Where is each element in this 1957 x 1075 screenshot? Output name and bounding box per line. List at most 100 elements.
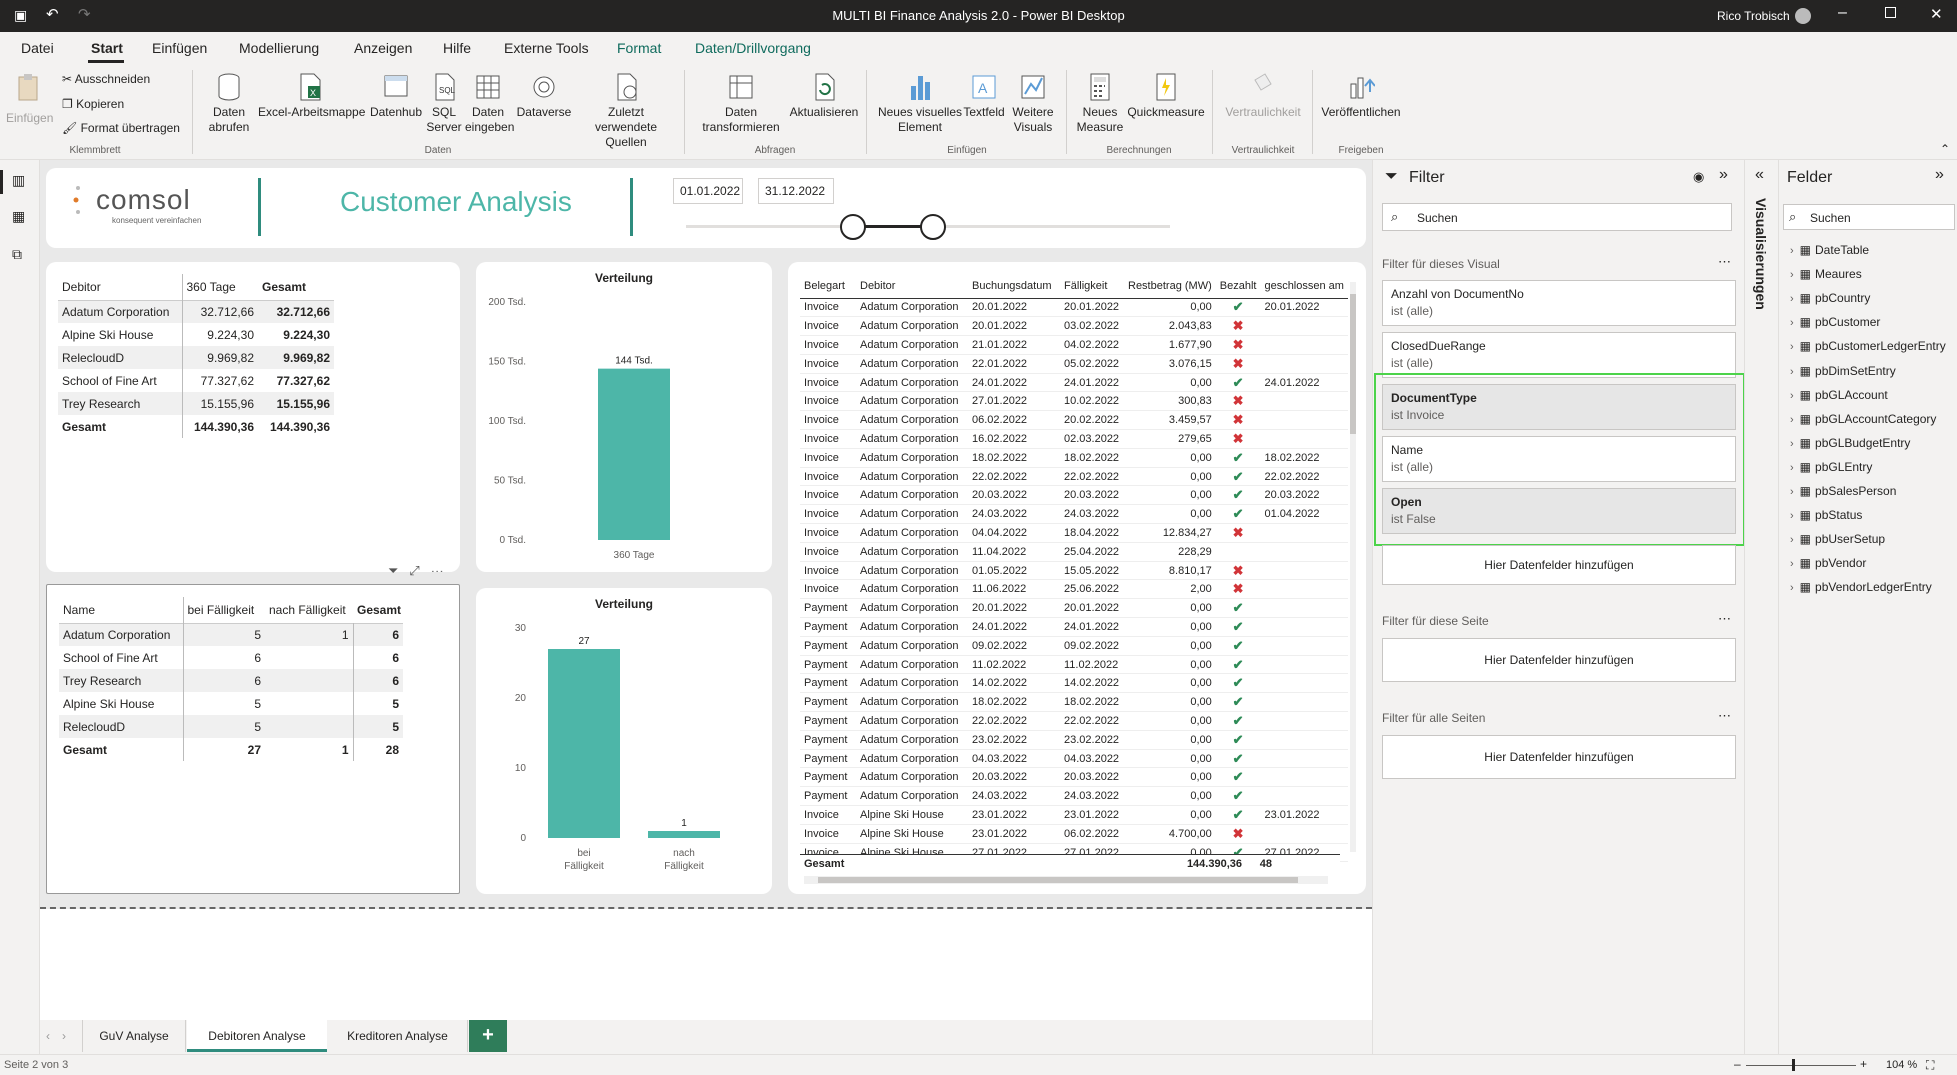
table-row[interactable]: Invoice Alpine Ski House 23.01.2022 06.02.2… bbox=[800, 824, 1348, 844]
table-row[interactable]: Invoice Adatum Corporation 04.04.2022 18.04… bbox=[800, 524, 1348, 543]
col-header[interactable]: Gesamt bbox=[353, 597, 403, 623]
field-table-item[interactable]: › ▦ pbDimSetEntry bbox=[1790, 364, 1896, 378]
field-table-item[interactable]: › ▦ pbCustomerLedgerEntry bbox=[1790, 339, 1946, 353]
publish-button[interactable]: Veröffentlichen bbox=[1318, 72, 1404, 120]
table-row[interactable]: Gesamt 27 1 28 bbox=[59, 738, 403, 761]
menu-anzeigen[interactable]: Anzeigen bbox=[354, 40, 412, 56]
add-page-button[interactable]: + bbox=[469, 1020, 507, 1052]
excel-button[interactable]: X Excel-Arbeitsmappe bbox=[258, 72, 365, 120]
col-header[interactable]: nach Fälligkeit bbox=[265, 597, 353, 623]
table-row[interactable]: School of Fine Art 77.327,62 77.327,62 bbox=[58, 369, 334, 392]
table-row[interactable]: Invoice Adatum Corporation 22.01.2022 05.02… bbox=[800, 354, 1348, 374]
col-header[interactable]: Name bbox=[59, 597, 184, 623]
col-header[interactable]: geschlossen am bbox=[1260, 274, 1348, 298]
table-row[interactable]: Invoice Adatum Corporation 06.02.2022 20.02… bbox=[800, 411, 1348, 430]
field-table-item[interactable]: › ▦ pbSalesPerson bbox=[1790, 484, 1896, 498]
table-row[interactable]: Invoice Adatum Corporation 01.05.2022 15.05… bbox=[800, 561, 1348, 580]
filter-search-input[interactable]: ⌕ Suchen bbox=[1382, 203, 1732, 231]
col-header[interactable]: Fälligkeit bbox=[1060, 274, 1124, 298]
textbox-button[interactable]: A Textfeld bbox=[962, 72, 1006, 120]
date-from-input[interactable]: 01.01.2022 bbox=[673, 178, 743, 204]
zoom-out-icon[interactable]: – bbox=[1734, 1057, 1741, 1071]
filter-card[interactable]: Name ist (alle) bbox=[1382, 436, 1736, 482]
model-view-icon[interactable]: ⧉ bbox=[12, 246, 22, 263]
field-table-item[interactable]: › ▦ pbGLAccountCategory bbox=[1790, 412, 1936, 426]
menu-drill[interactable]: Daten/Drillvorgang bbox=[695, 40, 811, 56]
more-options-icon[interactable]: ⋯ bbox=[1718, 611, 1731, 627]
add-fields-visual[interactable]: Hier Datenfelder hinzufügen bbox=[1382, 545, 1736, 585]
table-row[interactable]: Payment Adatum Corporation 09.02.2022 09.02… bbox=[800, 636, 1348, 656]
more-options-icon[interactable]: ⋯ bbox=[1718, 708, 1731, 724]
sensitivity-button[interactable]: Vertraulichkeit bbox=[1218, 72, 1308, 120]
more-options-icon[interactable]: ⋯ bbox=[431, 563, 444, 578]
table-row[interactable]: Payment Adatum Corporation 20.01.2022 20.01… bbox=[800, 599, 1348, 618]
new-measure-button[interactable]: Neues Measure bbox=[1072, 72, 1128, 135]
avatar[interactable] bbox=[1795, 8, 1811, 24]
more-visuals-button[interactable]: Weitere Visuals bbox=[1006, 72, 1060, 135]
bar[interactable] bbox=[548, 649, 620, 838]
zoom-slider[interactable] bbox=[1746, 1065, 1856, 1066]
slider-handle-start[interactable] bbox=[840, 214, 866, 240]
col-header[interactable]: Buchungsdatum bbox=[968, 274, 1060, 298]
zoom-slider-handle[interactable] bbox=[1792, 1059, 1795, 1071]
ledger-table-card[interactable]: Belegart Debitor Buchungsdatum Fälligkeit Re… bbox=[788, 262, 1366, 894]
col-header[interactable]: Debitor bbox=[58, 274, 183, 300]
tab-debitoren[interactable]: Debitoren Analyse bbox=[187, 1020, 327, 1052]
table-row[interactable]: Trey Research 15.155,96 15.155,96 bbox=[58, 392, 334, 415]
field-table-item[interactable]: › ▦ pbUserSetup bbox=[1790, 532, 1885, 546]
eye-icon[interactable]: ◉ bbox=[1693, 169, 1704, 185]
field-table-item[interactable]: › ▦ pbVendorLedgerEntry bbox=[1790, 580, 1932, 594]
field-table-item[interactable]: › ▦ pbGLEntry bbox=[1790, 460, 1872, 474]
col-header[interactable]: Bezahlt bbox=[1216, 274, 1261, 298]
quick-measure-button[interactable]: Quickmeasure bbox=[1126, 72, 1206, 120]
recent-sources-button[interactable]: Zuletzt verwendete Quellen bbox=[574, 72, 678, 150]
dataverse-button[interactable]: Dataverse bbox=[516, 72, 572, 120]
date-to-input[interactable]: 31.12.2022 bbox=[758, 178, 834, 204]
field-table-item[interactable]: › ▦ pbCountry bbox=[1790, 291, 1870, 305]
table-row[interactable]: Payment Adatum Corporation 11.02.2022 11.02… bbox=[800, 655, 1348, 674]
expand-visualizations-icon[interactable]: « bbox=[1755, 166, 1764, 184]
matrix-faelligkeit[interactable]: Name bei Fälligkeit nach Fälligkeit Gesa… bbox=[46, 584, 460, 894]
table-row[interactable]: Invoice Adatum Corporation 11.04.2022 25.04… bbox=[800, 542, 1348, 562]
table-row[interactable]: Adatum Corporation 32.712,66 32.712,66 bbox=[58, 300, 334, 323]
format-painter-button[interactable]: 🖌 Format übertragen bbox=[62, 121, 180, 135]
table-row[interactable]: Adatum Corporation 5 1 6 bbox=[59, 623, 403, 646]
table-row[interactable]: Invoice Alpine Ski House 23.01.2022 23.01.2… bbox=[800, 806, 1348, 825]
paste-button[interactable]: Einfügen bbox=[6, 72, 53, 125]
field-table-item[interactable]: › ▦ pbCustomer bbox=[1790, 315, 1880, 329]
bar[interactable] bbox=[648, 831, 720, 838]
table-row[interactable]: Invoice Adatum Corporation 11.06.2022 25.06… bbox=[800, 580, 1348, 599]
vertical-scrollbar[interactable] bbox=[1350, 282, 1356, 852]
chart-verteilung-360[interactable]: Verteilung 0 Tsd. 50 Tsd. 100 Tsd. 150 Tsd. 2… bbox=[476, 262, 772, 572]
filter-card[interactable]: ClosedDueRange ist (alle) bbox=[1382, 332, 1736, 378]
field-table-item[interactable]: › ▦ Meaures bbox=[1790, 267, 1862, 281]
table-row[interactable]: RelecloudD 9.969,82 9.969,82 bbox=[58, 346, 334, 369]
transform-data-button[interactable]: Daten transformieren bbox=[690, 72, 792, 135]
menu-externe-tools[interactable]: Externe Tools bbox=[504, 40, 589, 56]
table-row[interactable]: Invoice Adatum Corporation 24.01.2022 24.01… bbox=[800, 373, 1348, 392]
zoom-in-icon[interactable]: + bbox=[1860, 1057, 1867, 1071]
fields-search-input[interactable]: ⌕ Suchen bbox=[1783, 204, 1955, 230]
filter-icon[interactable]: ⏷ bbox=[388, 563, 398, 578]
report-view-icon[interactable]: ▥ bbox=[12, 172, 25, 189]
tab-guv[interactable]: GuV Analyse bbox=[82, 1020, 186, 1052]
table-row[interactable]: Trey Research 6 6 bbox=[59, 669, 403, 692]
table-row[interactable]: Alpine Ski House 9.224,30 9.224,30 bbox=[58, 323, 334, 346]
next-page-icon[interactable]: › bbox=[62, 1029, 66, 1043]
get-data-button[interactable]: Daten abrufen bbox=[198, 72, 260, 135]
more-options-icon[interactable]: ⋯ bbox=[1718, 254, 1731, 270]
field-table-item[interactable]: › ▦ pbGLAccount bbox=[1790, 388, 1888, 402]
horizontal-scrollbar[interactable] bbox=[804, 876, 1328, 884]
menu-einfuegen[interactable]: Einfügen bbox=[152, 40, 207, 56]
tab-kreditoren[interactable]: Kreditoren Analyse bbox=[328, 1020, 468, 1052]
table-row[interactable]: Payment Adatum Corporation 24.03.2022 24.03… bbox=[800, 787, 1348, 806]
table-row[interactable]: Invoice Adatum Corporation 27.01.2022 10.02… bbox=[800, 392, 1348, 411]
chart-verteilung-faelligkeit[interactable]: Verteilung 0 10 20 30 27 bei Fälligkeit 1 nach Fäl… bbox=[476, 588, 772, 894]
col-header[interactable]: bei Fälligkeit bbox=[183, 597, 265, 623]
filter-card-documenttype[interactable]: DocumentType ist Invoice bbox=[1382, 384, 1736, 430]
collapse-fields-icon[interactable]: » bbox=[1935, 166, 1944, 184]
field-table-item[interactable]: › ▦ DateTable bbox=[1790, 243, 1869, 257]
focus-mode-icon[interactable]: ⤢ bbox=[409, 563, 419, 578]
menu-format[interactable]: Format bbox=[617, 40, 661, 56]
table-row[interactable]: Payment Adatum Corporation 14.02.2022 14.02… bbox=[800, 674, 1348, 693]
